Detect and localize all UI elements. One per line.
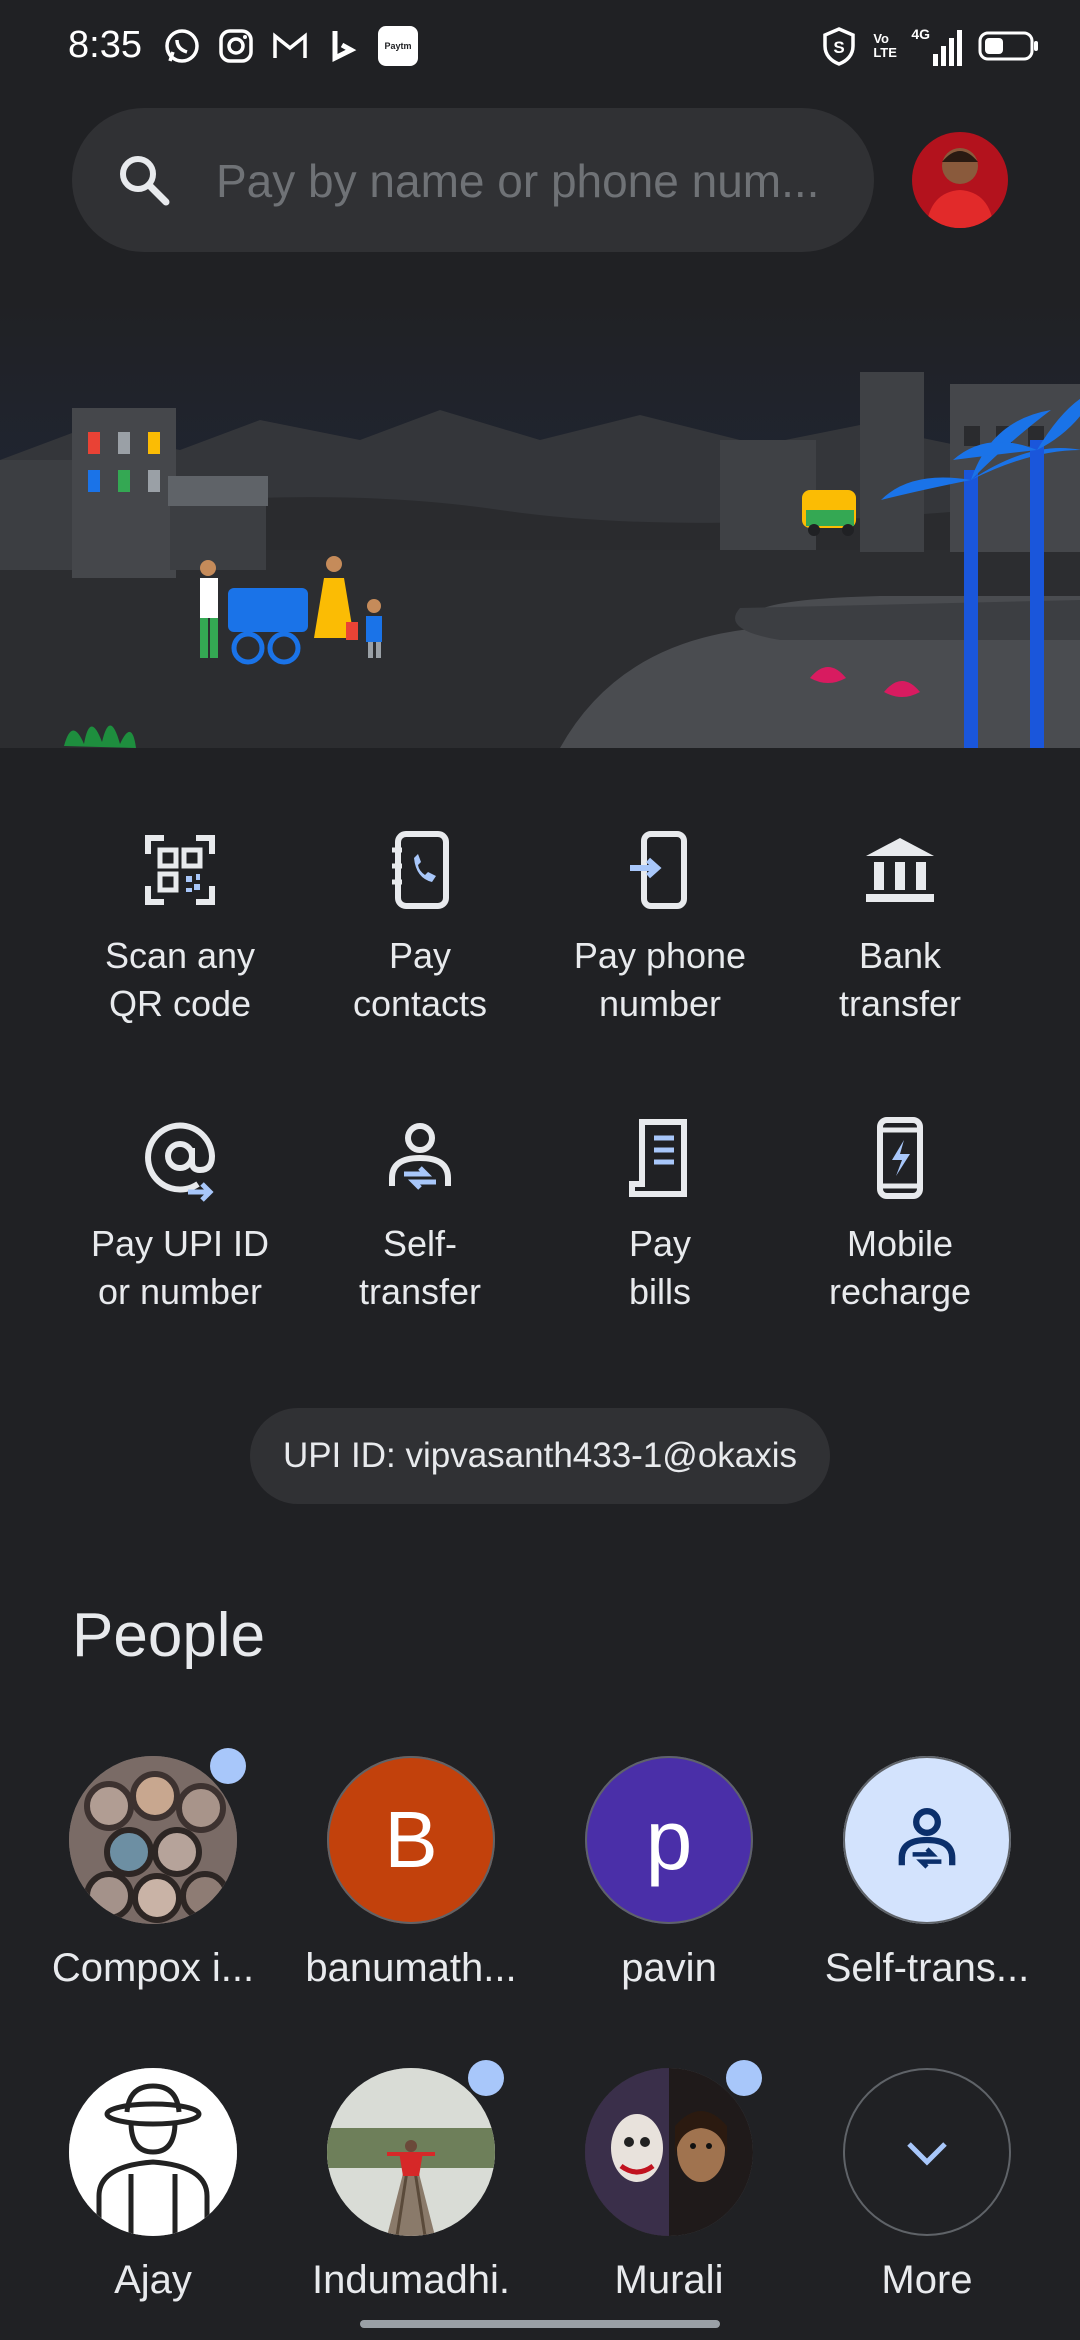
qr-scan-icon: [145, 835, 215, 905]
new-activity-dot: [210, 1748, 246, 1784]
person-name: More: [881, 2258, 973, 2302]
self-transfer-icon: [898, 1808, 956, 1869]
status-time: 8:35: [68, 24, 142, 66]
pay-phone-number-button[interactable]: Pay phone number: [540, 820, 780, 1028]
contacts-phone-icon: [392, 831, 449, 909]
avatar: [585, 2068, 753, 2236]
bill-icon: [629, 1119, 687, 1197]
person-item[interactable]: Murali: [540, 2060, 798, 2303]
person-name: Ajay: [114, 2258, 192, 2302]
network-label: 4G: [911, 26, 930, 42]
avatar: B: [327, 1756, 495, 1924]
avatar: [327, 2068, 495, 2236]
profile-photo: [912, 132, 1008, 228]
battery-icon: [978, 31, 1038, 61]
action-label: Pay UPI ID or number: [90, 1223, 270, 1312]
pay-contacts-button[interactable]: Pay contacts: [300, 820, 540, 1028]
avatar: [843, 2068, 1011, 2236]
instagram-icon: [219, 29, 253, 63]
profile-avatar[interactable]: [912, 132, 1008, 228]
avatar: [69, 2068, 237, 2236]
avatar-letter: p: [645, 1792, 693, 1887]
bank-icon: [866, 838, 934, 902]
phone-transfer-icon: [630, 831, 687, 909]
action-label: Pay phone number: [573, 935, 747, 1024]
mobile-recharge-icon: [877, 1117, 923, 1199]
paytm-icon: Paytm: [378, 26, 418, 66]
bank-transfer-button[interactable]: Bank transfer: [780, 820, 1020, 1028]
avatar-photo: [327, 2068, 495, 2236]
avatar-photo: [585, 2068, 753, 2236]
bing-icon: [332, 31, 357, 63]
status-bar: 8:35 Paytm S Vo LTE 4G: [0, 0, 1080, 96]
person-item[interactable]: Compox i...: [24, 1748, 282, 1991]
home-indicator[interactable]: [360, 2320, 720, 2328]
person-item[interactable]: Ajay: [24, 2068, 282, 2303]
person-item[interactable]: Indumadhi.: [282, 2060, 540, 2303]
person-item[interactable]: B banumath...: [282, 1756, 540, 1991]
paytm-label: Paytm: [384, 41, 412, 51]
pay-upi-id-button[interactable]: Pay UPI ID or number: [60, 1108, 300, 1316]
action-label: Bank transfer: [838, 935, 962, 1024]
avatar: p: [585, 1756, 753, 1924]
chevron-down-icon: [907, 2142, 947, 2166]
self-transfer-button[interactable]: Self- transfer: [300, 1108, 540, 1316]
avatar-photo: [69, 2068, 237, 2236]
volte-icon: Vo LTE: [873, 31, 897, 60]
upi-id-chip[interactable]: UPI ID: vipvasanth433-1@okaxis: [250, 1408, 830, 1504]
person-name: Self-trans...: [824, 1946, 1030, 1990]
hero-illustration: [0, 300, 1080, 748]
pay-bills-button[interactable]: Pay bills: [540, 1108, 780, 1316]
action-label: Scan any QR code: [104, 935, 256, 1024]
action-label: Pay bills: [628, 1223, 692, 1312]
person-name: pavin: [621, 1946, 717, 1990]
at-sign-icon: [145, 1122, 216, 1202]
scan-qr-button[interactable]: Scan any QR code: [60, 820, 300, 1028]
search-input[interactable]: [214, 144, 858, 218]
person-name: banumath...: [305, 1946, 517, 1990]
gmail-icon: [273, 32, 307, 58]
system-status-icons: S Vo LTE 4G: [821, 26, 1040, 66]
self-transfer-icon: [389, 1123, 451, 1190]
search-bar[interactable]: [72, 108, 874, 252]
new-activity-dot: [726, 2060, 762, 2096]
people-section-title: People: [72, 1601, 266, 1670]
shield-icon: S: [823, 27, 856, 66]
mobile-recharge-button[interactable]: Mobile recharge: [780, 1108, 1020, 1316]
search-icon: [120, 156, 170, 206]
action-label: Self- transfer: [358, 1223, 482, 1312]
action-label: Pay contacts: [352, 935, 488, 1024]
avatar-photo: [69, 1756, 237, 1924]
more-people-button[interactable]: More: [798, 2068, 1056, 2303]
person-item[interactable]: Self-trans...: [798, 1756, 1056, 1991]
new-activity-dot: [468, 2060, 504, 2096]
whatsapp-icon: [165, 29, 199, 63]
avatar-letter: B: [384, 1795, 438, 1884]
notification-icons: Paytm: [162, 26, 418, 66]
avatar: [69, 1756, 237, 1924]
action-label: Mobile recharge: [828, 1223, 972, 1312]
svg-text:S: S: [834, 38, 845, 57]
person-item[interactable]: p pavin: [540, 1756, 798, 1991]
avatar: [843, 1756, 1011, 1924]
4g-signal-icon: 4G: [911, 26, 962, 66]
person-name: Murali: [614, 2258, 724, 2302]
person-name: Compox i...: [51, 1946, 255, 1990]
person-name: Indumadhi.: [312, 2258, 510, 2302]
